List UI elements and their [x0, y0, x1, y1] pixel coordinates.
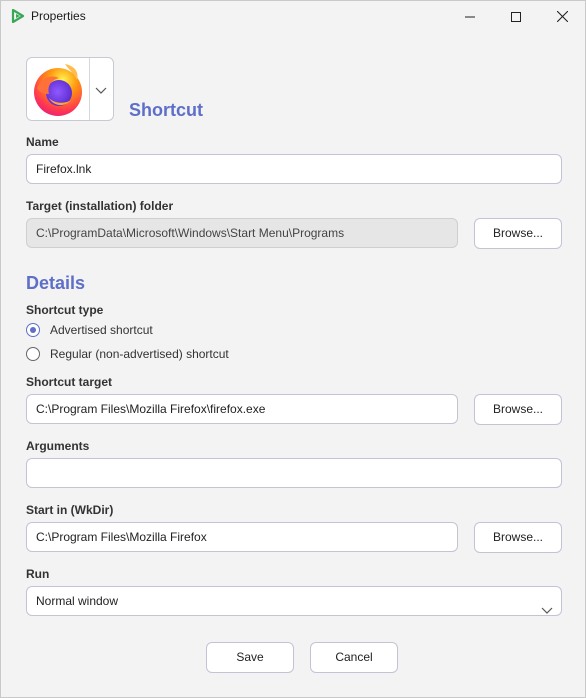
radio-regular-label: Regular (non-advertised) shortcut	[50, 347, 229, 361]
start-in-label: Start in (WkDir)	[26, 503, 114, 517]
target-folder-input: C:\ProgramData\Microsoft\Windows\Start M…	[26, 218, 458, 248]
properties-window: Properties Shortcut Name Firefox.lnk Tar…	[0, 0, 586, 698]
radio-advertised-button[interactable]	[26, 323, 40, 337]
name-label: Name	[26, 135, 59, 149]
cancel-button[interactable]: Cancel	[310, 642, 398, 673]
shortcut-heading: Shortcut	[129, 100, 203, 120]
chevron-down-icon[interactable]	[95, 84, 107, 98]
save-button[interactable]: Save	[206, 642, 294, 673]
radio-advertised-label: Advertised shortcut	[50, 323, 153, 337]
arguments-input[interactable]	[26, 458, 562, 488]
minimize-button[interactable]	[447, 1, 493, 32]
details-heading: Details	[26, 273, 86, 293]
window-title: Properties	[31, 9, 86, 23]
radio-regular-button[interactable]	[26, 347, 40, 361]
name-input[interactable]: Firefox.lnk	[26, 154, 562, 184]
start-in-input[interactable]: C:\Program Files\Mozilla Firefox	[26, 522, 458, 552]
close-icon	[556, 11, 568, 22]
icon-picker[interactable]	[26, 57, 114, 121]
icon-picker-divider	[89, 58, 90, 120]
radio-advertised[interactable]: Advertised shortcut	[26, 321, 153, 339]
start-in-browse-button[interactable]: Browse...	[474, 522, 562, 553]
radio-regular[interactable]: Regular (non-advertised) shortcut	[26, 345, 229, 363]
target-folder-browse-button[interactable]: Browse...	[474, 218, 562, 249]
shortcut-target-label: Shortcut target	[26, 375, 113, 389]
run-select[interactable]: Normal window	[26, 586, 562, 616]
target-folder-label: Target (installation) folder	[26, 199, 174, 213]
chevron-down-icon	[541, 597, 553, 615]
firefox-icon	[29, 60, 87, 121]
maximize-button[interactable]	[493, 1, 539, 32]
run-label: Run	[26, 567, 50, 581]
minimize-icon	[465, 16, 475, 17]
arguments-label: Arguments	[26, 439, 90, 453]
shortcut-type-label: Shortcut type	[26, 303, 104, 317]
title-bar[interactable]: Properties	[1, 1, 585, 32]
run-select-value: Normal window	[36, 594, 119, 608]
maximize-icon	[511, 11, 521, 22]
shortcut-target-input[interactable]: C:\Program Files\Mozilla Firefox\firefox…	[26, 394, 458, 424]
close-button[interactable]	[539, 1, 585, 32]
app-logo-icon	[11, 8, 25, 24]
shortcut-target-browse-button[interactable]: Browse...	[474, 394, 562, 425]
